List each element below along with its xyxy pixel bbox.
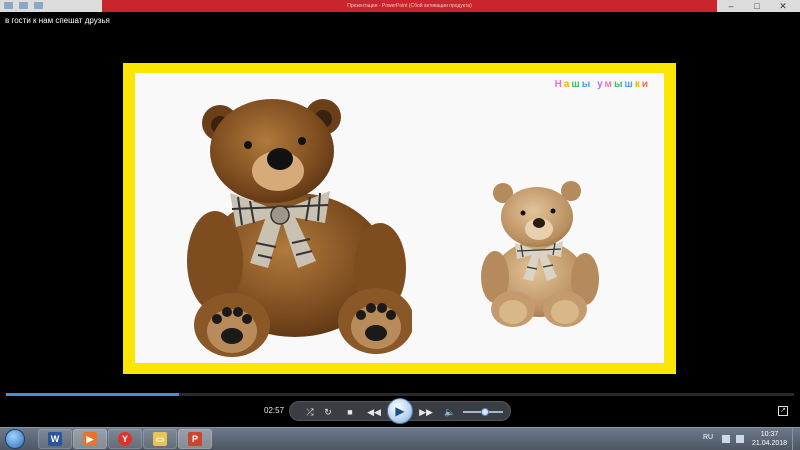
quick-access-toolbar [4,2,43,9]
slide-frame: Нашы умышки [123,63,676,374]
save-icon[interactable] [4,2,13,9]
maximize-button[interactable]: □ [744,0,770,12]
word-icon: W [48,432,62,446]
taskbar-app-word[interactable]: W [38,429,72,449]
media-player-icon: ▶ [83,432,97,446]
powerpoint-window-title: Презентация - PowerPoint (Сбой активации… [347,3,472,9]
speaker-icon[interactable]: 🔈 [440,402,460,422]
rewind-icon[interactable]: ◀◀ [364,402,384,422]
taskbar-app-powerpoint[interactable]: P [178,429,212,449]
play-button[interactable]: ▶ [387,398,413,424]
playback-controls: ⤮ ↻ ■ ◀◀ ▶ ▶▶ 🔈 [289,398,511,424]
play-icon: ▶ [395,404,405,418]
clock-date: 21.04.2018 [752,440,788,447]
powerpoint-title-area: Презентация - PowerPoint (Сбой активации… [102,0,717,12]
stop-icon[interactable]: ■ [340,402,360,422]
start-button[interactable] [5,429,25,449]
slide-canvas: Нашы умышки [135,73,664,363]
large-teddy-bear-image [187,99,412,357]
show-desktop-button[interactable] [792,428,800,450]
seek-bar-fill [6,393,180,396]
language-indicator[interactable]: RU [703,434,713,441]
window-controls: – □ ✕ [718,0,796,12]
yandex-browser-icon: Y [118,432,132,446]
folder-icon: ▭ [153,432,167,446]
close-button[interactable]: ✕ [770,0,796,12]
system-clock[interactable]: 10:37 21.04.2018 [752,430,787,448]
volume-slider[interactable] [463,408,503,416]
seek-bar[interactable] [6,393,794,396]
taskbar-app-media-player[interactable]: ▶ [73,429,107,449]
volume-knob[interactable] [481,408,489,416]
fast-forward-icon[interactable]: ▶▶ [416,402,436,422]
repeat-icon[interactable]: ↻ [318,402,338,422]
elapsed-time: 02:57 [264,406,285,415]
small-teddy-bear-image [481,181,599,327]
network-icon[interactable] [736,435,744,443]
shuffle-icon[interactable]: ⤮ [300,402,320,422]
screen: Презентация - PowerPoint (Сбой активации… [0,0,800,450]
windows-taskbar: W ▶ Y ▭ P RU 10:37 21.04.2018 [0,427,800,450]
redo-icon[interactable] [34,2,43,9]
powerpoint-titlebar: Презентация - PowerPoint (Сбой активации… [0,0,800,12]
undo-icon[interactable] [19,2,28,9]
taskbar-app-explorer[interactable]: ▭ [143,429,177,449]
taskbar-app-yandex[interactable]: Y [108,429,142,449]
powerpoint-icon: P [188,432,202,446]
fullscreen-icon[interactable]: ↗ [778,406,788,416]
minimize-button[interactable]: – [718,0,744,12]
notification-flag-icon[interactable] [722,435,730,443]
player-title: в гости к нам спешат друзья [5,16,110,25]
brand-logo: Нашы умышки [554,79,650,90]
clock-time: 10:37 [760,431,779,438]
